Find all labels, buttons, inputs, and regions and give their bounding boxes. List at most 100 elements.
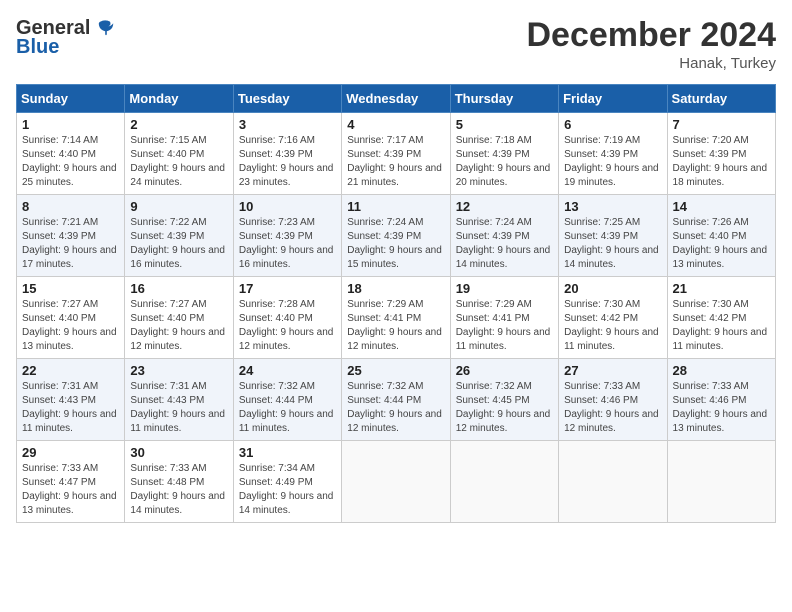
calendar-day-cell: 10 Sunrise: 7:23 AM Sunset: 4:39 PM Dayl…	[233, 195, 341, 277]
day-number: 31	[239, 445, 336, 460]
calendar-week-row: 1 Sunrise: 7:14 AM Sunset: 4:40 PM Dayli…	[17, 113, 776, 195]
calendar-week-row: 29 Sunrise: 7:33 AM Sunset: 4:47 PM Dayl…	[17, 441, 776, 523]
day-info: Sunrise: 7:22 AM Sunset: 4:39 PM Dayligh…	[130, 216, 227, 272]
calendar-day-cell: 20 Sunrise: 7:30 AM Sunset: 4:42 PM Dayl…	[559, 277, 667, 359]
day-number: 20	[564, 281, 661, 296]
calendar-day-cell: 19 Sunrise: 7:29 AM Sunset: 4:41 PM Dayl…	[450, 277, 558, 359]
calendar-day-cell: 17 Sunrise: 7:28 AM Sunset: 4:40 PM Dayl…	[233, 277, 341, 359]
day-info: Sunrise: 7:25 AM Sunset: 4:39 PM Dayligh…	[564, 216, 661, 272]
day-number: 22	[22, 363, 119, 378]
day-number: 24	[239, 363, 336, 378]
day-info: Sunrise: 7:28 AM Sunset: 4:40 PM Dayligh…	[239, 298, 336, 354]
day-info: Sunrise: 7:32 AM Sunset: 4:44 PM Dayligh…	[239, 380, 336, 436]
calendar-day-cell: 2 Sunrise: 7:15 AM Sunset: 4:40 PM Dayli…	[125, 113, 233, 195]
day-info: Sunrise: 7:30 AM Sunset: 4:42 PM Dayligh…	[564, 298, 661, 354]
day-info: Sunrise: 7:18 AM Sunset: 4:39 PM Dayligh…	[456, 134, 553, 190]
day-info: Sunrise: 7:24 AM Sunset: 4:39 PM Dayligh…	[347, 216, 444, 272]
calendar-day-cell: 18 Sunrise: 7:29 AM Sunset: 4:41 PM Dayl…	[342, 277, 450, 359]
day-number: 7	[673, 117, 770, 132]
weekday-header: Thursday	[450, 85, 558, 113]
day-info: Sunrise: 7:27 AM Sunset: 4:40 PM Dayligh…	[130, 298, 227, 354]
day-info: Sunrise: 7:20 AM Sunset: 4:39 PM Dayligh…	[673, 134, 770, 190]
day-number: 26	[456, 363, 553, 378]
day-info: Sunrise: 7:27 AM Sunset: 4:40 PM Dayligh…	[22, 298, 119, 354]
day-number: 3	[239, 117, 336, 132]
calendar-day-cell: 13 Sunrise: 7:25 AM Sunset: 4:39 PM Dayl…	[559, 195, 667, 277]
weekday-header: Monday	[125, 85, 233, 113]
day-info: Sunrise: 7:21 AM Sunset: 4:39 PM Dayligh…	[22, 216, 119, 272]
weekday-header: Friday	[559, 85, 667, 113]
weekday-header: Wednesday	[342, 85, 450, 113]
calendar-day-cell	[559, 441, 667, 523]
logo: General Blue	[16, 16, 118, 59]
logo-blue-text: Blue	[16, 36, 59, 59]
calendar-day-cell: 27 Sunrise: 7:33 AM Sunset: 4:46 PM Dayl…	[559, 359, 667, 441]
day-info: Sunrise: 7:33 AM Sunset: 4:46 PM Dayligh…	[673, 380, 770, 436]
calendar-day-cell	[450, 441, 558, 523]
calendar-day-cell: 1 Sunrise: 7:14 AM Sunset: 4:40 PM Dayli…	[17, 113, 125, 195]
weekday-header: Sunday	[17, 85, 125, 113]
calendar-day-cell: 24 Sunrise: 7:32 AM Sunset: 4:44 PM Dayl…	[233, 359, 341, 441]
calendar-day-cell: 11 Sunrise: 7:24 AM Sunset: 4:39 PM Dayl…	[342, 195, 450, 277]
calendar-day-cell: 29 Sunrise: 7:33 AM Sunset: 4:47 PM Dayl…	[17, 441, 125, 523]
day-info: Sunrise: 7:17 AM Sunset: 4:39 PM Dayligh…	[347, 134, 444, 190]
calendar-week-row: 22 Sunrise: 7:31 AM Sunset: 4:43 PM Dayl…	[17, 359, 776, 441]
calendar-day-cell	[667, 441, 775, 523]
calendar-day-cell: 14 Sunrise: 7:26 AM Sunset: 4:40 PM Dayl…	[667, 195, 775, 277]
calendar-day-cell: 30 Sunrise: 7:33 AM Sunset: 4:48 PM Dayl…	[125, 441, 233, 523]
day-number: 27	[564, 363, 661, 378]
day-number: 16	[130, 281, 227, 296]
day-number: 15	[22, 281, 119, 296]
calendar-table: SundayMondayTuesdayWednesdayThursdayFrid…	[16, 84, 776, 523]
day-number: 12	[456, 199, 553, 214]
calendar-day-cell: 23 Sunrise: 7:31 AM Sunset: 4:43 PM Dayl…	[125, 359, 233, 441]
day-number: 28	[673, 363, 770, 378]
day-info: Sunrise: 7:29 AM Sunset: 4:41 PM Dayligh…	[347, 298, 444, 354]
calendar-day-cell: 12 Sunrise: 7:24 AM Sunset: 4:39 PM Dayl…	[450, 195, 558, 277]
day-info: Sunrise: 7:26 AM Sunset: 4:40 PM Dayligh…	[673, 216, 770, 272]
day-number: 1	[22, 117, 119, 132]
day-info: Sunrise: 7:31 AM Sunset: 4:43 PM Dayligh…	[22, 380, 119, 436]
day-number: 8	[22, 199, 119, 214]
calendar-day-cell: 15 Sunrise: 7:27 AM Sunset: 4:40 PM Dayl…	[17, 277, 125, 359]
calendar-day-cell: 28 Sunrise: 7:33 AM Sunset: 4:46 PM Dayl…	[667, 359, 775, 441]
day-number: 21	[673, 281, 770, 296]
calendar-day-cell: 6 Sunrise: 7:19 AM Sunset: 4:39 PM Dayli…	[559, 113, 667, 195]
calendar-week-row: 8 Sunrise: 7:21 AM Sunset: 4:39 PM Dayli…	[17, 195, 776, 277]
calendar-day-cell: 16 Sunrise: 7:27 AM Sunset: 4:40 PM Dayl…	[125, 277, 233, 359]
day-info: Sunrise: 7:30 AM Sunset: 4:42 PM Dayligh…	[673, 298, 770, 354]
day-number: 30	[130, 445, 227, 460]
calendar-day-cell: 4 Sunrise: 7:17 AM Sunset: 4:39 PM Dayli…	[342, 113, 450, 195]
calendar-day-cell: 25 Sunrise: 7:32 AM Sunset: 4:44 PM Dayl…	[342, 359, 450, 441]
day-number: 4	[347, 117, 444, 132]
day-info: Sunrise: 7:34 AM Sunset: 4:49 PM Dayligh…	[239, 462, 336, 518]
logo-bird-icon	[94, 16, 118, 40]
calendar-day-cell: 26 Sunrise: 7:32 AM Sunset: 4:45 PM Dayl…	[450, 359, 558, 441]
day-info: Sunrise: 7:23 AM Sunset: 4:39 PM Dayligh…	[239, 216, 336, 272]
calendar-day-cell: 3 Sunrise: 7:16 AM Sunset: 4:39 PM Dayli…	[233, 113, 341, 195]
calendar-day-cell: 7 Sunrise: 7:20 AM Sunset: 4:39 PM Dayli…	[667, 113, 775, 195]
calendar-day-cell: 8 Sunrise: 7:21 AM Sunset: 4:39 PM Dayli…	[17, 195, 125, 277]
page-header: General Blue December 2024 Hanak, Turkey	[16, 16, 776, 72]
day-number: 25	[347, 363, 444, 378]
day-number: 10	[239, 199, 336, 214]
calendar-day-cell: 5 Sunrise: 7:18 AM Sunset: 4:39 PM Dayli…	[450, 113, 558, 195]
day-info: Sunrise: 7:31 AM Sunset: 4:43 PM Dayligh…	[130, 380, 227, 436]
calendar-day-cell: 21 Sunrise: 7:30 AM Sunset: 4:42 PM Dayl…	[667, 277, 775, 359]
calendar-day-cell: 9 Sunrise: 7:22 AM Sunset: 4:39 PM Dayli…	[125, 195, 233, 277]
day-number: 23	[130, 363, 227, 378]
day-number: 9	[130, 199, 227, 214]
title-block: December 2024 Hanak, Turkey	[526, 16, 776, 72]
day-number: 14	[673, 199, 770, 214]
day-info: Sunrise: 7:16 AM Sunset: 4:39 PM Dayligh…	[239, 134, 336, 190]
calendar-day-cell: 22 Sunrise: 7:31 AM Sunset: 4:43 PM Dayl…	[17, 359, 125, 441]
day-info: Sunrise: 7:33 AM Sunset: 4:46 PM Dayligh…	[564, 380, 661, 436]
day-info: Sunrise: 7:14 AM Sunset: 4:40 PM Dayligh…	[22, 134, 119, 190]
day-number: 5	[456, 117, 553, 132]
day-number: 6	[564, 117, 661, 132]
day-number: 19	[456, 281, 553, 296]
day-info: Sunrise: 7:15 AM Sunset: 4:40 PM Dayligh…	[130, 134, 227, 190]
calendar-day-cell: 31 Sunrise: 7:34 AM Sunset: 4:49 PM Dayl…	[233, 441, 341, 523]
month-title: December 2024	[526, 16, 776, 55]
day-number: 17	[239, 281, 336, 296]
